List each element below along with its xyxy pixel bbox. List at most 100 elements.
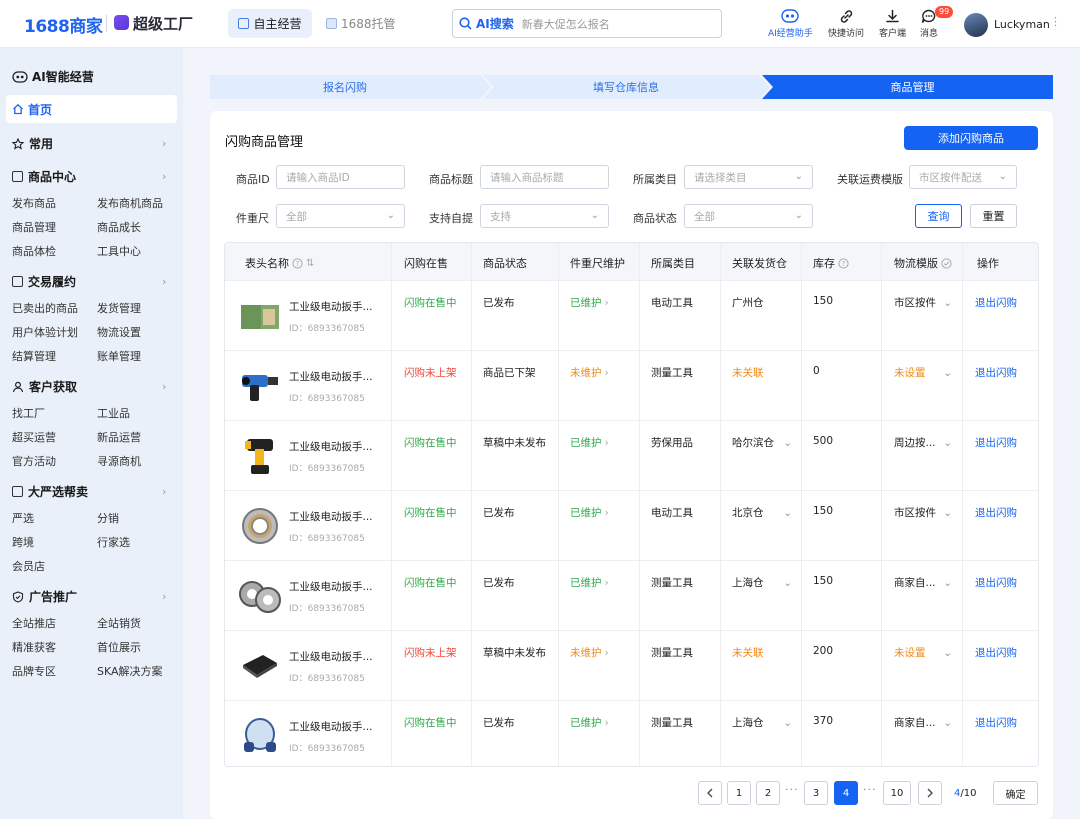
sidebar-item[interactable]: 精准获客: [12, 639, 56, 655]
product-title-input[interactable]: 请输入商品标题: [480, 165, 609, 189]
page-button-3[interactable]: 3: [804, 781, 828, 805]
product-id-input[interactable]: 请输入商品ID: [276, 165, 405, 189]
warehouse-select[interactable]: 上海仓 ⌄: [732, 575, 792, 590]
sidebar-item[interactable]: 结算管理: [12, 348, 56, 364]
warehouse-select[interactable]: 广州仓: [732, 295, 792, 310]
product-thumbnail[interactable]: [238, 295, 282, 337]
nav-messages[interactable]: 99 消息: [920, 6, 954, 39]
sidebar-item[interactable]: 商品成长: [97, 219, 141, 235]
chevron-down-icon[interactable]: ⌄: [943, 507, 952, 519]
logistics-template-select[interactable]: 周边按... ⌄: [894, 435, 952, 450]
product-name[interactable]: 工业级电动扳手...: [289, 299, 373, 314]
nav-ai-assistant[interactable]: AI经营助手: [768, 6, 813, 39]
chevron-right-icon[interactable]: ›: [162, 590, 166, 603]
weight-size-maintenance[interactable]: 已维护 ›: [570, 715, 609, 730]
sidebar-item[interactable]: 物流设置: [97, 324, 141, 340]
sidebar-item[interactable]: 品牌专区: [12, 663, 56, 679]
sidebar-ai-title[interactable]: AI智能经营: [12, 68, 94, 85]
sidebar-group-ads[interactable]: 广告推广: [12, 588, 77, 605]
product-thumbnail[interactable]: [238, 365, 282, 407]
exit-flash-sale-link[interactable]: 退出闪购: [975, 715, 1017, 730]
chevron-down-icon[interactable]: ⌄: [943, 647, 952, 659]
sidebar-group-common[interactable]: 常用: [12, 135, 53, 152]
page-button-10[interactable]: 10: [883, 781, 911, 805]
weight-size-maintenance[interactable]: 已维护 ›: [570, 435, 609, 450]
chevron-down-icon[interactable]: ⌄: [783, 717, 792, 729]
chevron-down-icon[interactable]: ⌄: [943, 717, 952, 729]
exit-flash-sale-link[interactable]: 退出闪购: [975, 505, 1017, 520]
chevron-down-icon[interactable]: ⌄: [943, 297, 952, 309]
chevron-down-icon[interactable]: ⌄: [943, 437, 952, 449]
status-select[interactable]: 全部 ⌄: [684, 204, 813, 228]
exit-flash-sale-link[interactable]: 退出闪购: [975, 365, 1017, 380]
self-pickup-select[interactable]: 支持 ⌄: [480, 204, 609, 228]
exit-flash-sale-link[interactable]: 退出闪购: [975, 435, 1017, 450]
exit-flash-sale-link[interactable]: 退出闪购: [975, 295, 1017, 310]
sidebar-item[interactable]: 用户体验计划: [12, 324, 78, 340]
help-icon[interactable]: ?: [292, 257, 303, 269]
logistics-template-select[interactable]: 商家自... ⌄: [894, 575, 952, 590]
next-page-button[interactable]: [918, 781, 942, 805]
logistics-template-select[interactable]: 未设置 ⌄: [894, 365, 952, 380]
sidebar-item[interactable]: 新品运营: [97, 429, 141, 445]
sidebar-item[interactable]: 行家选: [97, 534, 130, 550]
nav-client[interactable]: 客户端: [879, 6, 906, 39]
sidebar-item[interactable]: 发布商机商品: [97, 195, 163, 211]
sidebar-group-selection[interactable]: 大严选帮卖: [12, 483, 88, 500]
sidebar-group-customers[interactable]: 客户获取: [12, 378, 77, 395]
sidebar-item[interactable]: 工具中心: [97, 243, 141, 259]
avatar[interactable]: [964, 13, 988, 37]
sidebar-item[interactable]: 发货管理: [97, 300, 141, 316]
page-button-2[interactable]: 2: [756, 781, 780, 805]
chevron-down-icon[interactable]: ⌄: [943, 367, 952, 379]
sort-icon[interactable]: ⇅: [306, 258, 314, 269]
more-icon[interactable]: ⋮: [1050, 15, 1061, 28]
product-name[interactable]: 工业级电动扳手...: [289, 509, 373, 524]
product-name[interactable]: 工业级电动扳手...: [289, 369, 373, 384]
page-button-4[interactable]: 4: [834, 781, 858, 805]
chevron-right-icon[interactable]: ›: [162, 137, 166, 150]
warehouse-select[interactable]: 北京仓 ⌄: [732, 505, 792, 520]
sidebar-item[interactable]: 严选: [12, 510, 34, 526]
sidebar-item[interactable]: 已卖出的商品: [12, 300, 78, 316]
chevron-down-icon[interactable]: ⌄: [783, 507, 792, 519]
chevron-right-icon[interactable]: ›: [162, 170, 166, 183]
product-name[interactable]: 工业级电动扳手...: [289, 579, 373, 594]
sidebar-item[interactable]: 首位展示: [97, 639, 141, 655]
logistics-template-select[interactable]: 未设置 ⌄: [894, 645, 952, 660]
weight-size-maintenance[interactable]: 已维护 ›: [570, 295, 609, 310]
chevron-down-icon[interactable]: ⌄: [783, 437, 792, 449]
sidebar-item[interactable]: 会员店: [12, 558, 45, 574]
exit-flash-sale-link[interactable]: 退出闪购: [975, 575, 1017, 590]
product-thumbnail[interactable]: [238, 505, 282, 547]
confirm-page-button[interactable]: 确定: [993, 781, 1038, 805]
chevron-down-icon[interactable]: ⌄: [943, 577, 952, 589]
sidebar-item[interactable]: 全站销货: [97, 615, 141, 631]
weight-size-maintenance[interactable]: 未维护 ›: [570, 645, 609, 660]
chevron-right-icon[interactable]: ›: [162, 380, 166, 393]
sidebar-item[interactable]: 官方活动: [12, 453, 56, 469]
logistics-template-select[interactable]: 市区按件 ⌄: [894, 505, 952, 520]
pagination-ellipsis[interactable]: ···: [863, 783, 877, 796]
logistics-template-select[interactable]: 商家自... ⌄: [894, 715, 952, 730]
tab-hosted[interactable]: 1688托管: [326, 9, 396, 38]
add-flash-product-button[interactable]: 添加闪购商品: [904, 126, 1038, 150]
exit-flash-sale-link[interactable]: 退出闪购: [975, 645, 1017, 660]
product-name[interactable]: 工业级电动扳手...: [289, 649, 373, 664]
query-button[interactable]: 查询: [915, 204, 962, 228]
weight-size-maintenance[interactable]: 未维护 ›: [570, 365, 609, 380]
tab-self-operated[interactable]: 自主经营: [228, 9, 312, 38]
category-select[interactable]: 请选择类目 ⌄: [684, 165, 813, 189]
reset-button[interactable]: 重置: [970, 204, 1017, 228]
weight-size-maintenance[interactable]: 已维护 ›: [570, 575, 609, 590]
header-name[interactable]: 表头名称 ? ⇅: [245, 255, 314, 271]
sidebar-item[interactable]: 寻源商机: [97, 453, 141, 469]
help-icon[interactable]: ?: [838, 257, 849, 269]
chevron-right-icon[interactable]: ›: [162, 275, 166, 288]
product-name[interactable]: 工业级电动扳手...: [289, 719, 373, 734]
nav-quick-access[interactable]: 快捷访问: [828, 6, 864, 39]
chevron-down-icon[interactable]: ⌄: [783, 577, 792, 589]
super-factory-brand[interactable]: 超级工厂: [133, 13, 193, 34]
product-thumbnail[interactable]: [238, 715, 282, 757]
sidebar-item[interactable]: 分销: [97, 510, 119, 526]
